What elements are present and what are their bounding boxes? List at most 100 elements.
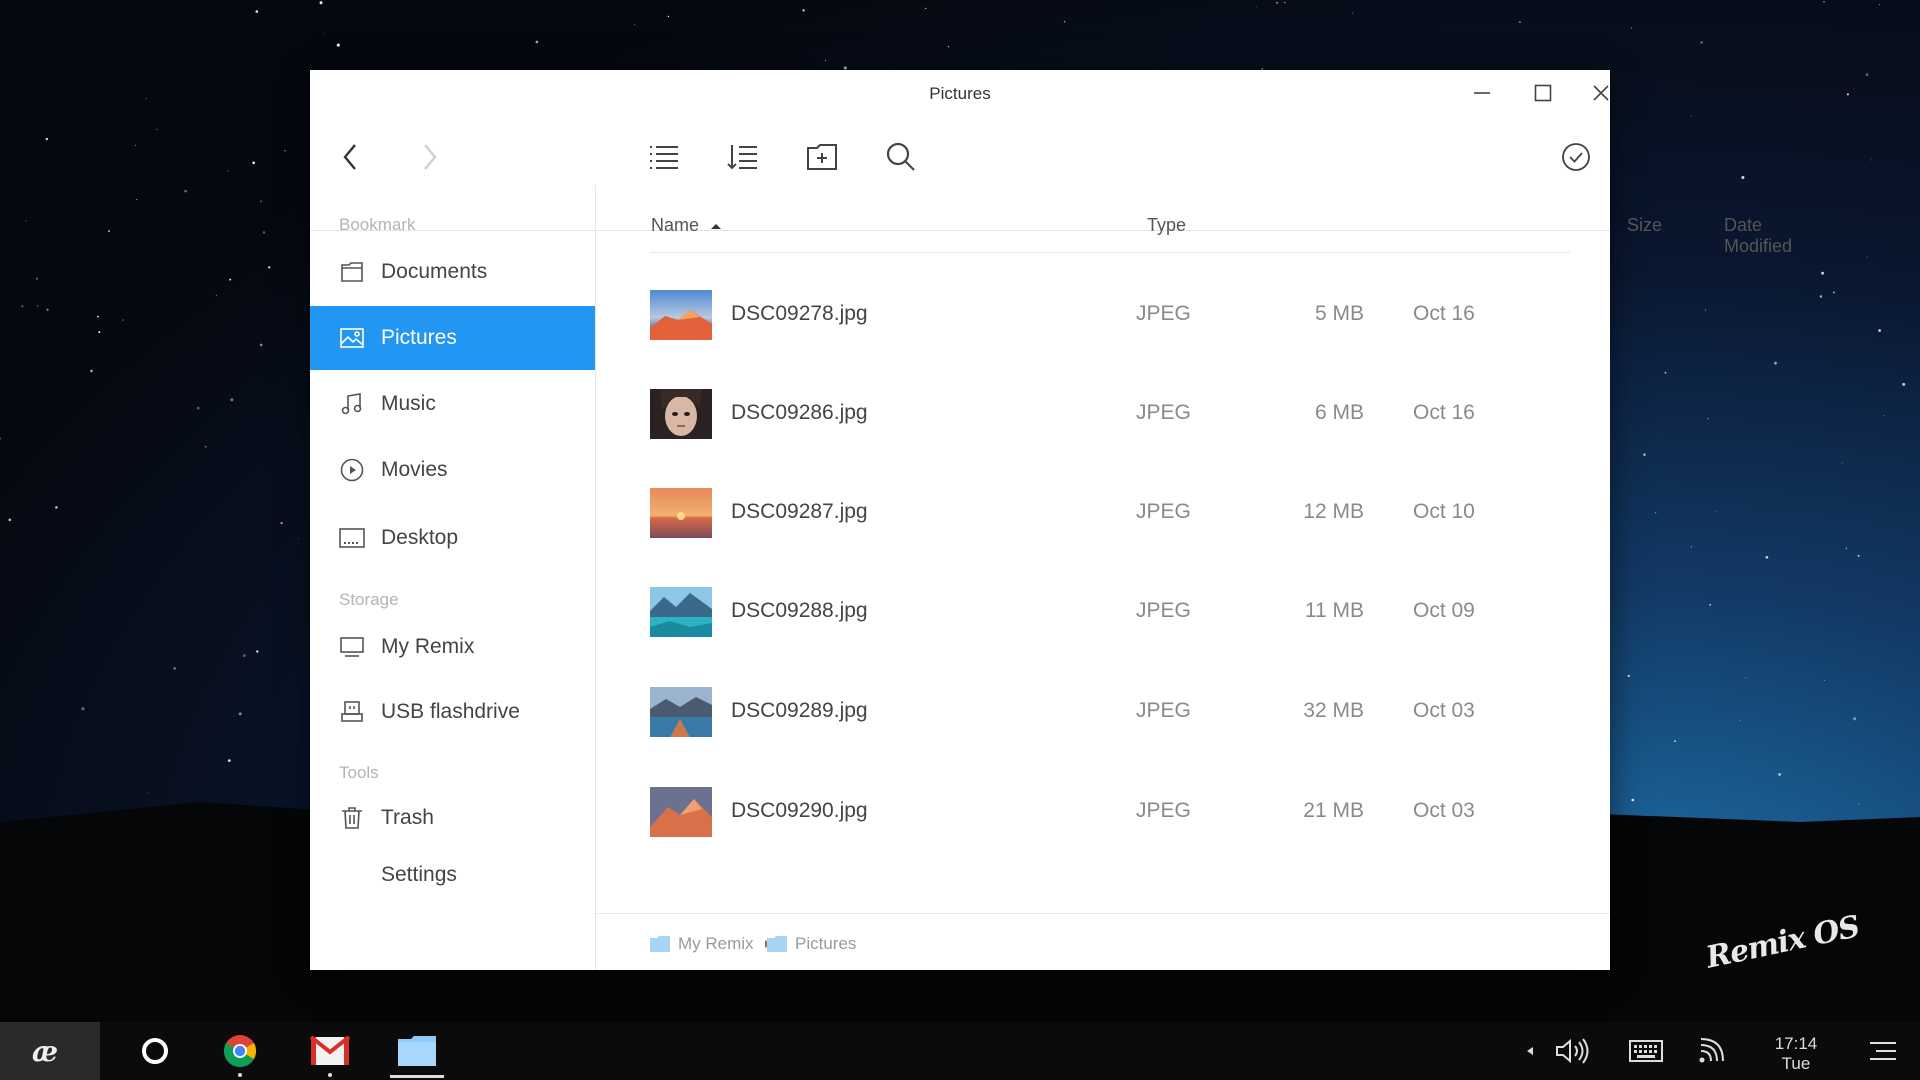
gmail-app[interactable] [295, 1022, 365, 1080]
gmail-icon [310, 1036, 350, 1065]
breadcrumb-my-remix[interactable]: My Remix [650, 934, 772, 954]
file-date: Oct 16 [1413, 401, 1475, 424]
image-thumbnail [650, 488, 712, 538]
running-indicator [328, 1073, 332, 1077]
sidebar-item-label: Movies [381, 458, 448, 481]
music-note-icon [339, 391, 365, 417]
file-type: JPEG [1136, 500, 1191, 523]
sidebar-item-desktop[interactable]: Desktop [310, 506, 595, 570]
file-size: 32 MB [1303, 699, 1364, 722]
sidebar-item-trash[interactable]: Trash [310, 786, 595, 850]
files-app[interactable] [382, 1022, 452, 1080]
start-button[interactable]: æ [0, 1022, 100, 1080]
sidebar: Bookmark Documents Pictures Music Movies… [310, 185, 596, 970]
list-view-icon [650, 146, 678, 169]
list-view-button[interactable] [641, 134, 687, 180]
minimize-icon [1474, 92, 1490, 94]
table-row[interactable]: DSC09287.jpg JPEG 12 MB Oct 10 [650, 470, 1570, 560]
forward-button[interactable] [406, 134, 452, 180]
column-header-type[interactable]: Type [1147, 215, 1186, 236]
keyboard-button[interactable] [1624, 1022, 1668, 1080]
column-header-name[interactable]: Name [651, 215, 722, 236]
new-folder-button[interactable] [799, 134, 845, 180]
folder-icon [767, 936, 787, 952]
trash-icon [339, 805, 365, 831]
file-type: JPEG [1136, 799, 1191, 822]
table-row[interactable]: DSC09288.jpg JPEG 11 MB Oct 09 [650, 569, 1570, 659]
file-size: 11 MB [1304, 599, 1364, 622]
svg-text:æ: æ [32, 1036, 58, 1066]
sidebar-item-label: USB flashdrive [381, 700, 520, 723]
tray-expand-button[interactable] [1520, 1022, 1540, 1080]
caret-left-icon [1527, 1047, 1533, 1055]
breadcrumb: My Remix Pictures [596, 913, 1610, 970]
table-row[interactable]: DSC09278.jpg JPEG 5 MB Oct 16 [650, 272, 1570, 362]
close-button[interactable] [1581, 76, 1621, 110]
sidebar-item-label: My Remix [381, 635, 475, 658]
chevron-left-icon [343, 144, 356, 170]
maximize-button[interactable] [1523, 76, 1563, 110]
chrome-icon [223, 1035, 257, 1068]
sidebar-item-movies[interactable]: Movies [310, 438, 595, 502]
desktop-icon [339, 525, 365, 551]
search-icon [886, 142, 915, 171]
files-icon [398, 1036, 436, 1066]
breadcrumb-pictures[interactable]: Pictures [767, 934, 856, 954]
window-title: Pictures [929, 84, 991, 103]
file-date: Oct 16 [1413, 302, 1475, 325]
home-button[interactable] [120, 1022, 190, 1080]
table-row[interactable]: DSC09289.jpg JPEG 32 MB Oct 03 [650, 669, 1570, 759]
back-button[interactable] [328, 134, 374, 180]
file-name: DSC09289.jpg [731, 699, 868, 722]
search-button[interactable] [878, 134, 924, 180]
settings-spacer [339, 862, 365, 888]
file-date: Oct 10 [1413, 500, 1475, 523]
volume-button[interactable] [1551, 1022, 1595, 1080]
file-name: DSC09278.jpg [731, 302, 868, 325]
sidebar-item-label: Music [381, 392, 436, 415]
sort-ascending-icon [711, 224, 722, 229]
clock-day: Tue [1781, 1054, 1811, 1073]
signal-icon [1699, 1038, 1724, 1063]
image-thumbnail [650, 290, 712, 340]
clock[interactable]: 17:14 Tue [1760, 1034, 1832, 1074]
volume-icon [1556, 1038, 1589, 1064]
close-icon [1593, 85, 1609, 101]
image-thumbnail [650, 787, 712, 837]
column-header-size[interactable]: Size [1627, 215, 1662, 236]
sidebar-item-pictures[interactable]: Pictures [310, 306, 595, 370]
title-bar[interactable]: Pictures [310, 70, 1610, 116]
play-circle-icon [339, 457, 365, 483]
file-name: DSC09290.jpg [731, 799, 868, 822]
sidebar-item-label: Trash [381, 806, 434, 829]
notification-center-button[interactable] [1858, 1022, 1908, 1080]
menu-lines-icon [1870, 1042, 1896, 1060]
file-name: DSC09288.jpg [731, 599, 868, 622]
sidebar-item-label: Pictures [381, 326, 457, 349]
table-row[interactable]: DSC09286.jpg JPEG 6 MB Oct 16 [650, 371, 1570, 461]
minimize-button[interactable] [1462, 76, 1502, 110]
sidebar-item-label: Desktop [381, 526, 459, 549]
column-header-date-modified[interactable]: Date Modified [1724, 215, 1792, 257]
network-button[interactable] [1690, 1022, 1734, 1080]
header-divider [650, 252, 1570, 253]
table-row[interactable]: DSC09290.jpg JPEG 21 MB Oct 03 [650, 769, 1570, 859]
sidebar-item-usb-flashdrive[interactable]: USB flashdrive [310, 680, 595, 744]
chrome-app[interactable] [205, 1022, 275, 1080]
monitor-icon [339, 634, 365, 660]
section-storage: Storage [339, 590, 399, 609]
file-size: 12 MB [1303, 500, 1364, 523]
sort-icon [727, 145, 757, 170]
sidebar-item-my-remix[interactable]: My Remix [310, 615, 595, 679]
sidebar-item-music[interactable]: Music [310, 372, 595, 436]
sidebar-item-label: Settings [381, 863, 457, 886]
folder-plus-icon [807, 144, 837, 170]
select-mode-button[interactable] [1553, 134, 1599, 180]
sidebar-item-settings[interactable]: Settings [310, 843, 595, 907]
sidebar-item-documents[interactable]: Documents [310, 240, 595, 304]
image-thumbnail [650, 687, 712, 737]
file-type: JPEG [1136, 599, 1191, 622]
file-manager-window: Pictures Bookmark Documents Pictures Mus… [310, 70, 1792, 970]
sort-button[interactable] [720, 134, 766, 180]
image-thumbnail [650, 389, 712, 439]
